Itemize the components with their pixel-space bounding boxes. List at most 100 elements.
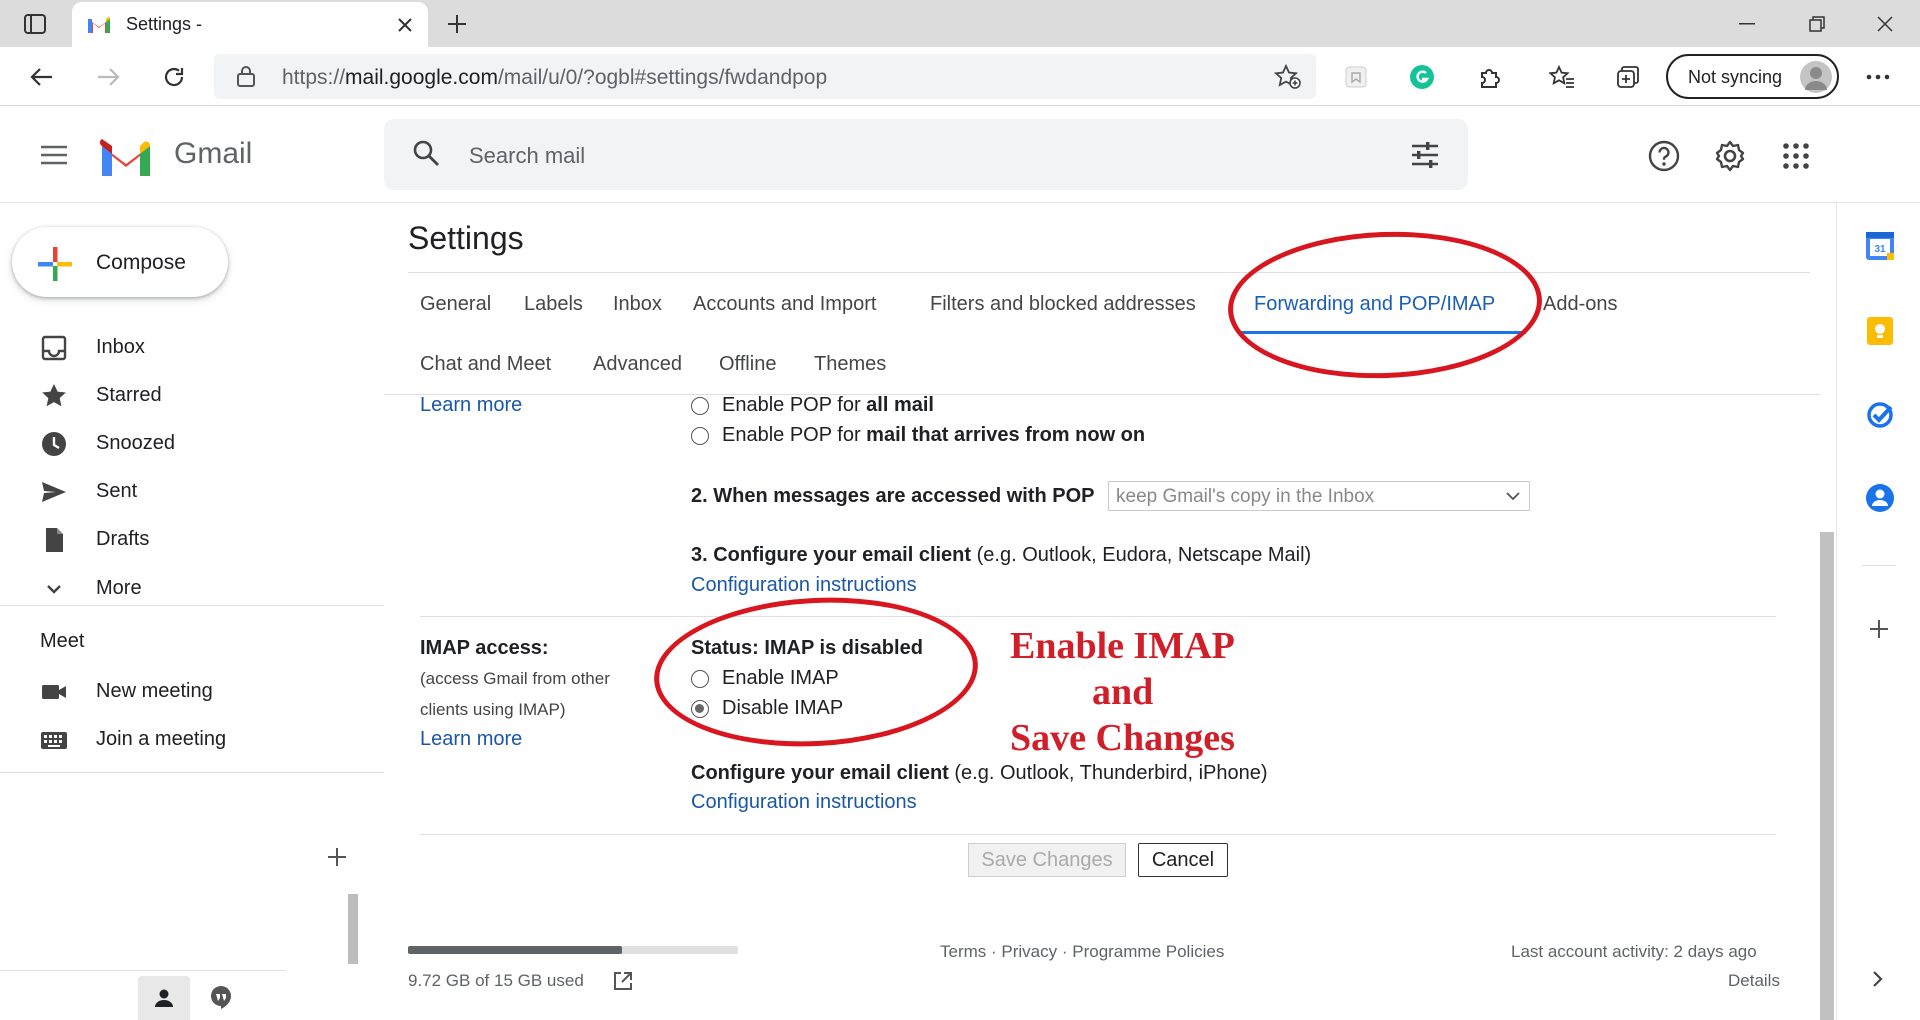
tab-themes[interactable]: Themes — [814, 353, 886, 376]
imap-config-link[interactable]: Configuration instructions — [691, 791, 917, 814]
save-changes-button[interactable]: Save Changes — [968, 843, 1126, 877]
settings-gear-icon[interactable] — [1712, 138, 1748, 174]
pop-all-radio[interactable] — [691, 397, 709, 415]
grammarly-icon[interactable] — [1404, 61, 1440, 93]
inbox-icon — [40, 334, 68, 362]
pop-action-select[interactable]: keep Gmail's copy in the Inbox — [1108, 481, 1530, 511]
refresh-icon[interactable] — [156, 61, 192, 93]
new-tab-icon[interactable] — [442, 9, 472, 39]
terms-link[interactable]: Terms — [940, 942, 986, 961]
help-icon[interactable] — [1646, 138, 1682, 174]
search-input[interactable]: Search mail — [469, 143, 585, 169]
tab-accounts[interactable]: Accounts and Import — [693, 293, 876, 316]
cancel-button[interactable]: Cancel — [1138, 843, 1228, 877]
storage-text: 9.72 GB of 15 GB used — [408, 971, 584, 990]
pop-learn-more-link[interactable]: Learn more — [420, 394, 522, 417]
imap-client-label: Configure your email client (e.g. Outloo… — [691, 762, 1268, 784]
join-meeting-button[interactable]: Join a meeting — [0, 716, 384, 760]
calendar-icon[interactable]: 31 — [1865, 231, 1895, 261]
back-icon[interactable] — [24, 61, 60, 93]
chevron-right-icon[interactable] — [1871, 969, 1885, 989]
sidebar-item-sent[interactable]: Sent — [0, 468, 384, 512]
close-window-icon[interactable] — [1870, 9, 1900, 39]
tab-chat-meet[interactable]: Chat and Meet — [420, 353, 551, 376]
pop-now-radio[interactable] — [691, 427, 709, 445]
policies-link[interactable]: Programme Policies — [1072, 942, 1224, 961]
forward-icon[interactable] — [90, 61, 126, 93]
sidebar-item-more[interactable]: More — [0, 565, 384, 609]
sidebar-scrollbar[interactable] — [348, 894, 358, 964]
page-title: Settings — [408, 220, 524, 256]
tasks-icon[interactable] — [1865, 399, 1895, 429]
minimize-icon[interactable] — [1732, 9, 1762, 39]
collections-icon[interactable] — [1610, 61, 1646, 93]
close-tab-icon[interactable] — [390, 10, 420, 40]
tab-addons[interactable]: Add-ons — [1543, 293, 1618, 316]
pop-action-value: keep Gmail's copy in the Inbox — [1116, 486, 1375, 507]
gmail-favicon-icon — [86, 14, 112, 34]
new-meeting-button[interactable]: New meeting — [0, 668, 384, 712]
sidebar-item-starred[interactable]: Starred — [0, 372, 384, 416]
keep-icon[interactable] — [1865, 316, 1895, 346]
video-camera-icon — [40, 678, 68, 706]
gmail-wordmark: Gmail — [174, 137, 253, 170]
tab-offline[interactable]: Offline — [719, 353, 776, 376]
hangouts-icon[interactable] — [206, 982, 236, 1012]
sidebar-item-snoozed[interactable]: Snoozed — [0, 420, 384, 464]
privacy-link[interactable]: Privacy — [1001, 942, 1057, 961]
side-panel: 31 — [1836, 203, 1920, 1020]
extensions-icon[interactable] — [1472, 61, 1508, 93]
main-menu-icon[interactable] — [36, 140, 72, 170]
pop-config-link[interactable]: Configuration instructions — [691, 574, 917, 597]
sidebar-item-label: Starred — [96, 384, 162, 406]
pop-step2-label: 2. When messages are accessed with POP — [691, 485, 1095, 507]
sidebar-divider — [0, 605, 384, 606]
annotation-ring-imap — [650, 589, 982, 755]
svg-text:31: 31 — [1874, 244, 1886, 255]
favorites-icon[interactable] — [1544, 61, 1580, 93]
apps-grid-icon[interactable] — [1778, 138, 1814, 174]
tab-actions-icon[interactable] — [20, 10, 50, 38]
open-external-icon[interactable] — [610, 968, 636, 994]
search-icon[interactable] — [412, 139, 440, 167]
search-options-icon[interactable] — [1410, 141, 1440, 169]
sidebar-item-drafts[interactable]: Drafts — [0, 516, 384, 560]
tab-general[interactable]: General — [420, 293, 491, 316]
tab-advanced[interactable]: Advanced — [593, 353, 682, 376]
imap-learn-more-link[interactable]: Learn more — [420, 728, 522, 751]
tab-inbox[interactable]: Inbox — [613, 293, 662, 316]
browser-tab[interactable]: Settings - — [72, 2, 428, 47]
address-bar[interactable]: https://mail.google.com/mail/u/0/?ogbl#s… — [214, 54, 1316, 99]
search-bar[interactable]: Search mail — [384, 119, 1468, 190]
sidebar-item-label: Snoozed — [96, 432, 175, 454]
add-label-icon[interactable] — [322, 842, 352, 872]
contacts-tab[interactable] — [138, 976, 190, 1020]
gmail-logo-icon[interactable] — [98, 136, 154, 178]
add-favorite-icon[interactable] — [1274, 64, 1302, 90]
sidebar-item-label: Drafts — [96, 528, 150, 550]
collections-ext-icon[interactable] — [1338, 61, 1374, 93]
tab-labels[interactable]: Labels — [524, 293, 583, 316]
compose-button[interactable]: Compose — [12, 227, 228, 297]
lock-icon[interactable] — [236, 65, 256, 87]
url-text: https://mail.google.com/mail/u/0/?ogbl#s… — [282, 66, 828, 89]
more-options-icon[interactable] — [1858, 61, 1898, 93]
sidebar-item-label: More — [96, 577, 142, 599]
panel-divider — [1862, 565, 1896, 566]
get-addons-icon[interactable] — [1869, 619, 1889, 639]
profile-sync-button[interactable]: Not syncing — [1666, 54, 1839, 99]
tab-filters[interactable]: Filters and blocked addresses — [930, 293, 1196, 316]
tabs-divider — [384, 394, 1820, 395]
sidebar-divider — [0, 772, 384, 773]
restore-icon[interactable] — [1802, 9, 1832, 39]
browser-tab-bar: Settings - — [0, 0, 1920, 47]
meet-heading: Meet — [40, 630, 85, 652]
main-scrollbar[interactable] — [1820, 532, 1834, 1020]
details-link[interactable]: Details — [1728, 971, 1780, 991]
contacts-icon[interactable] — [1865, 483, 1895, 513]
sidebar-item-inbox[interactable]: Inbox — [0, 324, 384, 368]
imap-heading: IMAP access: — [420, 637, 549, 659]
annotation-ring-tab — [1225, 226, 1545, 384]
storage-progress-fill — [408, 946, 622, 954]
pop-all-label: Enable POP for all mail — [722, 394, 934, 416]
